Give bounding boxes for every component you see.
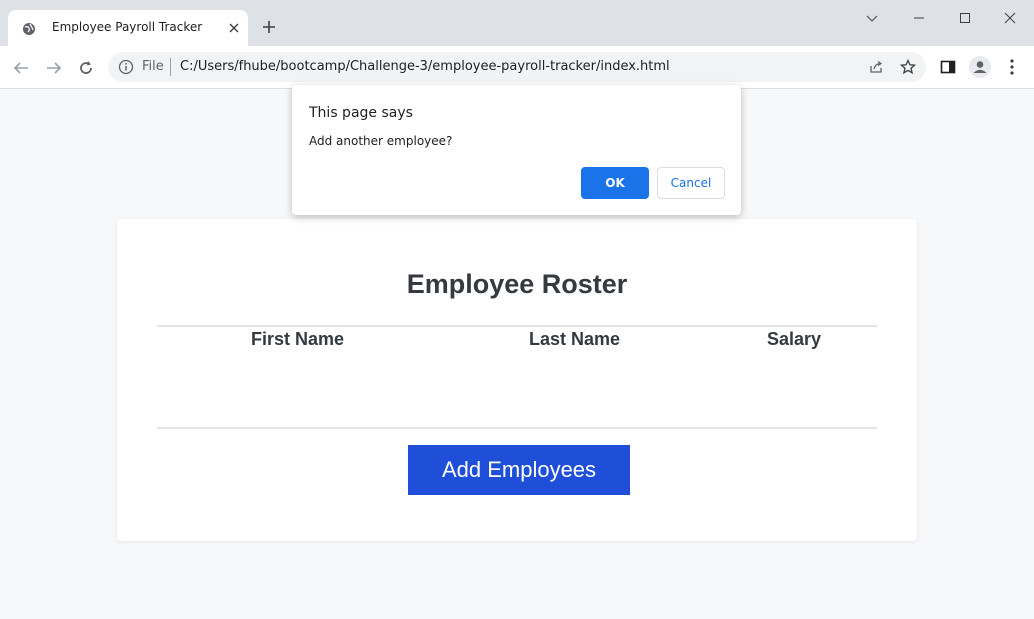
share-icon[interactable] bbox=[868, 59, 884, 75]
add-employees-button[interactable]: Add Employees bbox=[408, 445, 630, 495]
roster-card: Employee Roster First Name Last Name Sal… bbox=[117, 219, 917, 541]
reload-icon[interactable] bbox=[77, 59, 95, 77]
new-tab-icon[interactable] bbox=[262, 20, 276, 34]
column-header-salary: Salary bbox=[767, 329, 822, 349]
address-bar[interactable]: File C:/Users/fhube/bootcamp/Challenge-3… bbox=[108, 52, 926, 82]
url-text[interactable]: C:/Users/fhube/bootcamp/Challenge-3/empl… bbox=[180, 59, 670, 74]
close-window-icon[interactable] bbox=[1002, 10, 1018, 26]
close-tab-icon[interactable] bbox=[228, 22, 240, 34]
browser-tab[interactable]: Employee Payroll Tracker bbox=[8, 10, 248, 46]
address-separator bbox=[170, 58, 171, 76]
table-footer-divider bbox=[157, 427, 877, 429]
table-header-divider bbox=[157, 325, 877, 327]
column-header-first-name: First Name bbox=[251, 329, 345, 349]
column-header-last-name: Last Name bbox=[529, 329, 621, 349]
side-panel-icon[interactable] bbox=[940, 59, 956, 75]
file-scheme-label: File bbox=[142, 59, 164, 74]
browser-toolbar: File C:/Users/fhube/bootcamp/Challenge-3… bbox=[0, 46, 1034, 89]
page-title: Employee Roster bbox=[406, 269, 628, 299]
maximize-icon[interactable] bbox=[957, 10, 973, 26]
tab-title: Employee Payroll Tracker bbox=[52, 20, 203, 34]
minimize-icon[interactable] bbox=[911, 10, 927, 26]
forward-arrow-icon[interactable] bbox=[45, 59, 63, 77]
browser-tab-bar: Employee Payroll Tracker bbox=[0, 0, 1034, 46]
profile-avatar-icon[interactable] bbox=[969, 56, 991, 78]
more-menu-icon[interactable] bbox=[1004, 58, 1020, 76]
site-info-icon[interactable] bbox=[118, 59, 134, 75]
back-arrow-icon[interactable] bbox=[12, 59, 30, 77]
globe-icon bbox=[23, 23, 35, 35]
ok-button[interactable]: OK bbox=[581, 167, 649, 199]
dialog-message: Add another employee? bbox=[309, 134, 453, 148]
dialog-title: This page says bbox=[309, 105, 413, 121]
tab-search-chevron-icon[interactable] bbox=[864, 10, 880, 26]
bookmark-star-icon[interactable] bbox=[900, 59, 916, 75]
cancel-button[interactable]: Cancel bbox=[657, 167, 725, 199]
alert-dialog: This page says Add another employee? OK … bbox=[292, 85, 741, 215]
